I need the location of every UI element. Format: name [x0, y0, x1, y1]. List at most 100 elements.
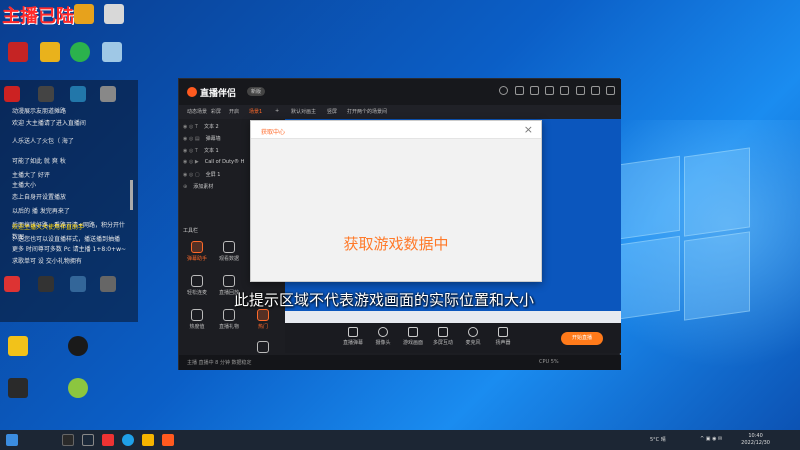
preview-taskbar-strip — [285, 311, 621, 323]
dialog-header: 获取中心 × — [251, 121, 541, 139]
taskbar: 5°C 晴 ^ ▣ ◉ ✉ 10:40 2022/12/30 — [0, 430, 800, 450]
chat-message: 欢迎 大主播请了进入直播间 — [12, 120, 86, 127]
source-item[interactable]: ◉ ◎ ▶ Call of Duty® H — [183, 159, 244, 165]
source-item[interactable]: ◉ ◎ ▤ 弹幕墙 — [183, 135, 221, 142]
danmaku-screen-button[interactable]: 直播弹幕 — [341, 327, 365, 346]
clock-date: 2022/12/30 — [741, 440, 770, 446]
source-item[interactable]: ◉ ◎ T 文本 2 — [183, 123, 219, 130]
chat-message: 人乐送人了火包（ 海了 — [12, 138, 74, 145]
status-text: 主播 直播中 8 分钟 数据稳定 — [187, 360, 252, 366]
desktop-icon[interactable] — [64, 378, 92, 400]
qq-icon[interactable] — [64, 336, 92, 358]
tray-icons[interactable]: ^ ▣ ◉ ✉ — [700, 436, 722, 442]
chat-message: 欢迎主播大大使用伴直助手 — [12, 224, 85, 231]
close-icon[interactable] — [606, 86, 615, 95]
cpu-stat: CPU 5% — [539, 359, 559, 365]
desktop-icon[interactable] — [36, 42, 64, 64]
desktop-icon[interactable] — [100, 4, 128, 26]
source-item[interactable]: ◉ ◎ T 文本 1 — [183, 147, 219, 154]
chat-message: 以后的 播 发完再来了 — [12, 208, 70, 215]
chat-message: 主播大了 好评 — [12, 172, 50, 179]
version-badge[interactable]: 新版 — [247, 87, 266, 96]
desktop-icon — [4, 276, 20, 292]
multi-screen-button[interactable]: 多屏互动 — [431, 327, 455, 346]
desktop-icon — [38, 276, 54, 292]
desktop-icon — [100, 86, 116, 102]
chat-overlay: 动漫展示友朋道摊路 欢迎 大主播请了进入直播间 人乐送人了火包（ 海了 可能了如… — [0, 80, 138, 322]
scene-tabs: 动态场景 彩屏 开启 场景1 + 默认对画主 竖屏 打开两个的场景间 — [179, 105, 621, 119]
desktop-icon — [100, 276, 116, 292]
live-companion-taskbar-icon[interactable] — [162, 434, 174, 446]
steam-icon[interactable] — [82, 434, 94, 446]
desktop-icon — [38, 86, 54, 102]
brand-logo-icon — [187, 87, 197, 97]
tool-mic-link[interactable]: 轻松连麦 — [183, 275, 211, 296]
avatar-icon[interactable] — [499, 86, 509, 95]
dialog-close-button[interactable]: × — [524, 123, 533, 136]
clock-time: 10:40 — [748, 433, 763, 439]
tab-color-screen[interactable]: 彩屏 — [211, 108, 221, 115]
wechat-icon[interactable] — [66, 42, 94, 64]
tool-hot[interactable]: 热门 — [249, 309, 277, 330]
edge-icon[interactable] — [122, 434, 134, 446]
capture-hint-caption: 此提示区域不代表游戏画面的实际位置和大小 — [234, 291, 535, 309]
app-titlebar: 直播伴侣 新版 — [179, 79, 621, 105]
chat-message: 动漫展示友朋道摊路 — [12, 108, 67, 115]
chat-scrollbar[interactable] — [130, 180, 133, 210]
start-icon[interactable] — [6, 434, 18, 446]
clock[interactable]: 10:40 2022/12/30 — [741, 433, 770, 447]
folder-icon[interactable] — [142, 434, 154, 446]
game-data-dialog: 获取中心 × 获取游戏数据中 — [250, 120, 542, 282]
weather-widget[interactable]: 5°C 晴 — [650, 436, 666, 443]
tool-viewer-data[interactable]: 观看数据 — [215, 241, 243, 262]
app-brand: 直播伴侣 — [187, 86, 236, 99]
desktop-icon[interactable] — [70, 4, 98, 26]
brand-label: 直播伴侣 — [200, 89, 237, 99]
search-icon[interactable] — [62, 434, 74, 446]
menu-icon[interactable] — [560, 86, 570, 95]
desktop-icon — [4, 86, 20, 102]
windows-logo — [620, 147, 750, 321]
chat-message: 主播大小 — [12, 182, 37, 189]
tools-title: 工具栏 — [183, 228, 199, 234]
minimize-icon[interactable] — [575, 86, 585, 95]
add-scene-button[interactable]: + — [275, 108, 279, 114]
chat-message: 恋上自身开设置播放 — [12, 194, 67, 201]
app-icon[interactable] — [102, 434, 114, 446]
chat-message: 更多 时间尊可多数 Pc 请主播 1+8:0+w~ — [12, 246, 127, 253]
tool-danmaku[interactable]: 弹幕助手 — [183, 241, 211, 262]
tab-portrait[interactable]: 竖屏 — [327, 108, 337, 115]
dialog-title: 获取中心 — [261, 129, 286, 136]
game-capture-button[interactable]: 游戏画面 — [401, 327, 425, 346]
chat-message: 可能了如此 就 爽 秋 — [12, 158, 66, 165]
desktop-icon[interactable] — [4, 336, 32, 358]
speaker-button[interactable]: 扬声器 — [491, 327, 515, 346]
bottom-toolbar: 直播弹幕 摄像头 游戏画面 多屏互动 麦克风 扬声器 开始直播 — [285, 323, 621, 353]
tab-open[interactable]: 开启 — [229, 108, 239, 115]
chat-message: 求歌单可 设 交小礼物拥有 — [12, 258, 82, 265]
maximize-icon[interactable] — [590, 86, 600, 95]
add-source-button[interactable]: ⊕ 添加素材 — [183, 183, 213, 190]
status-bar: 主播 直播中 8 分钟 数据稳定 CPU 5% — [179, 355, 621, 370]
tab-default[interactable]: 默认对画主 — [291, 108, 316, 115]
message-icon[interactable] — [514, 86, 524, 95]
tab-open-scene[interactable]: 打开两个的场景间 — [347, 108, 387, 115]
tab-dynamic-scene[interactable]: 动态场景 — [187, 108, 207, 115]
source-item[interactable]: ◉ ◎ ▢ 全屏 1 — [183, 171, 220, 178]
settings-icon[interactable] — [545, 86, 555, 95]
desktop-icon — [70, 86, 86, 102]
tab-scene-1[interactable]: 场景1 — [249, 108, 262, 115]
chat-message: ：送您也可以设直播样式，播送播到抽播 — [12, 236, 121, 243]
desktop-icon — [70, 276, 86, 292]
tool-heat[interactable]: 热度值 — [183, 309, 211, 330]
gift-icon[interactable] — [529, 86, 539, 95]
tool-gifts[interactable]: 直播礼物 — [215, 309, 243, 330]
microphone-button[interactable]: 麦克风 — [461, 327, 485, 346]
desktop-icon[interactable] — [4, 42, 32, 64]
window-controls — [495, 86, 615, 97]
start-live-button[interactable]: 开始直播 — [561, 332, 603, 345]
camera-button[interactable]: 摄像头 — [371, 327, 395, 346]
recycle-bin-icon[interactable] — [98, 42, 126, 64]
loading-message: 获取游戏数据中 — [343, 235, 449, 253]
desktop-icon[interactable] — [4, 378, 32, 400]
